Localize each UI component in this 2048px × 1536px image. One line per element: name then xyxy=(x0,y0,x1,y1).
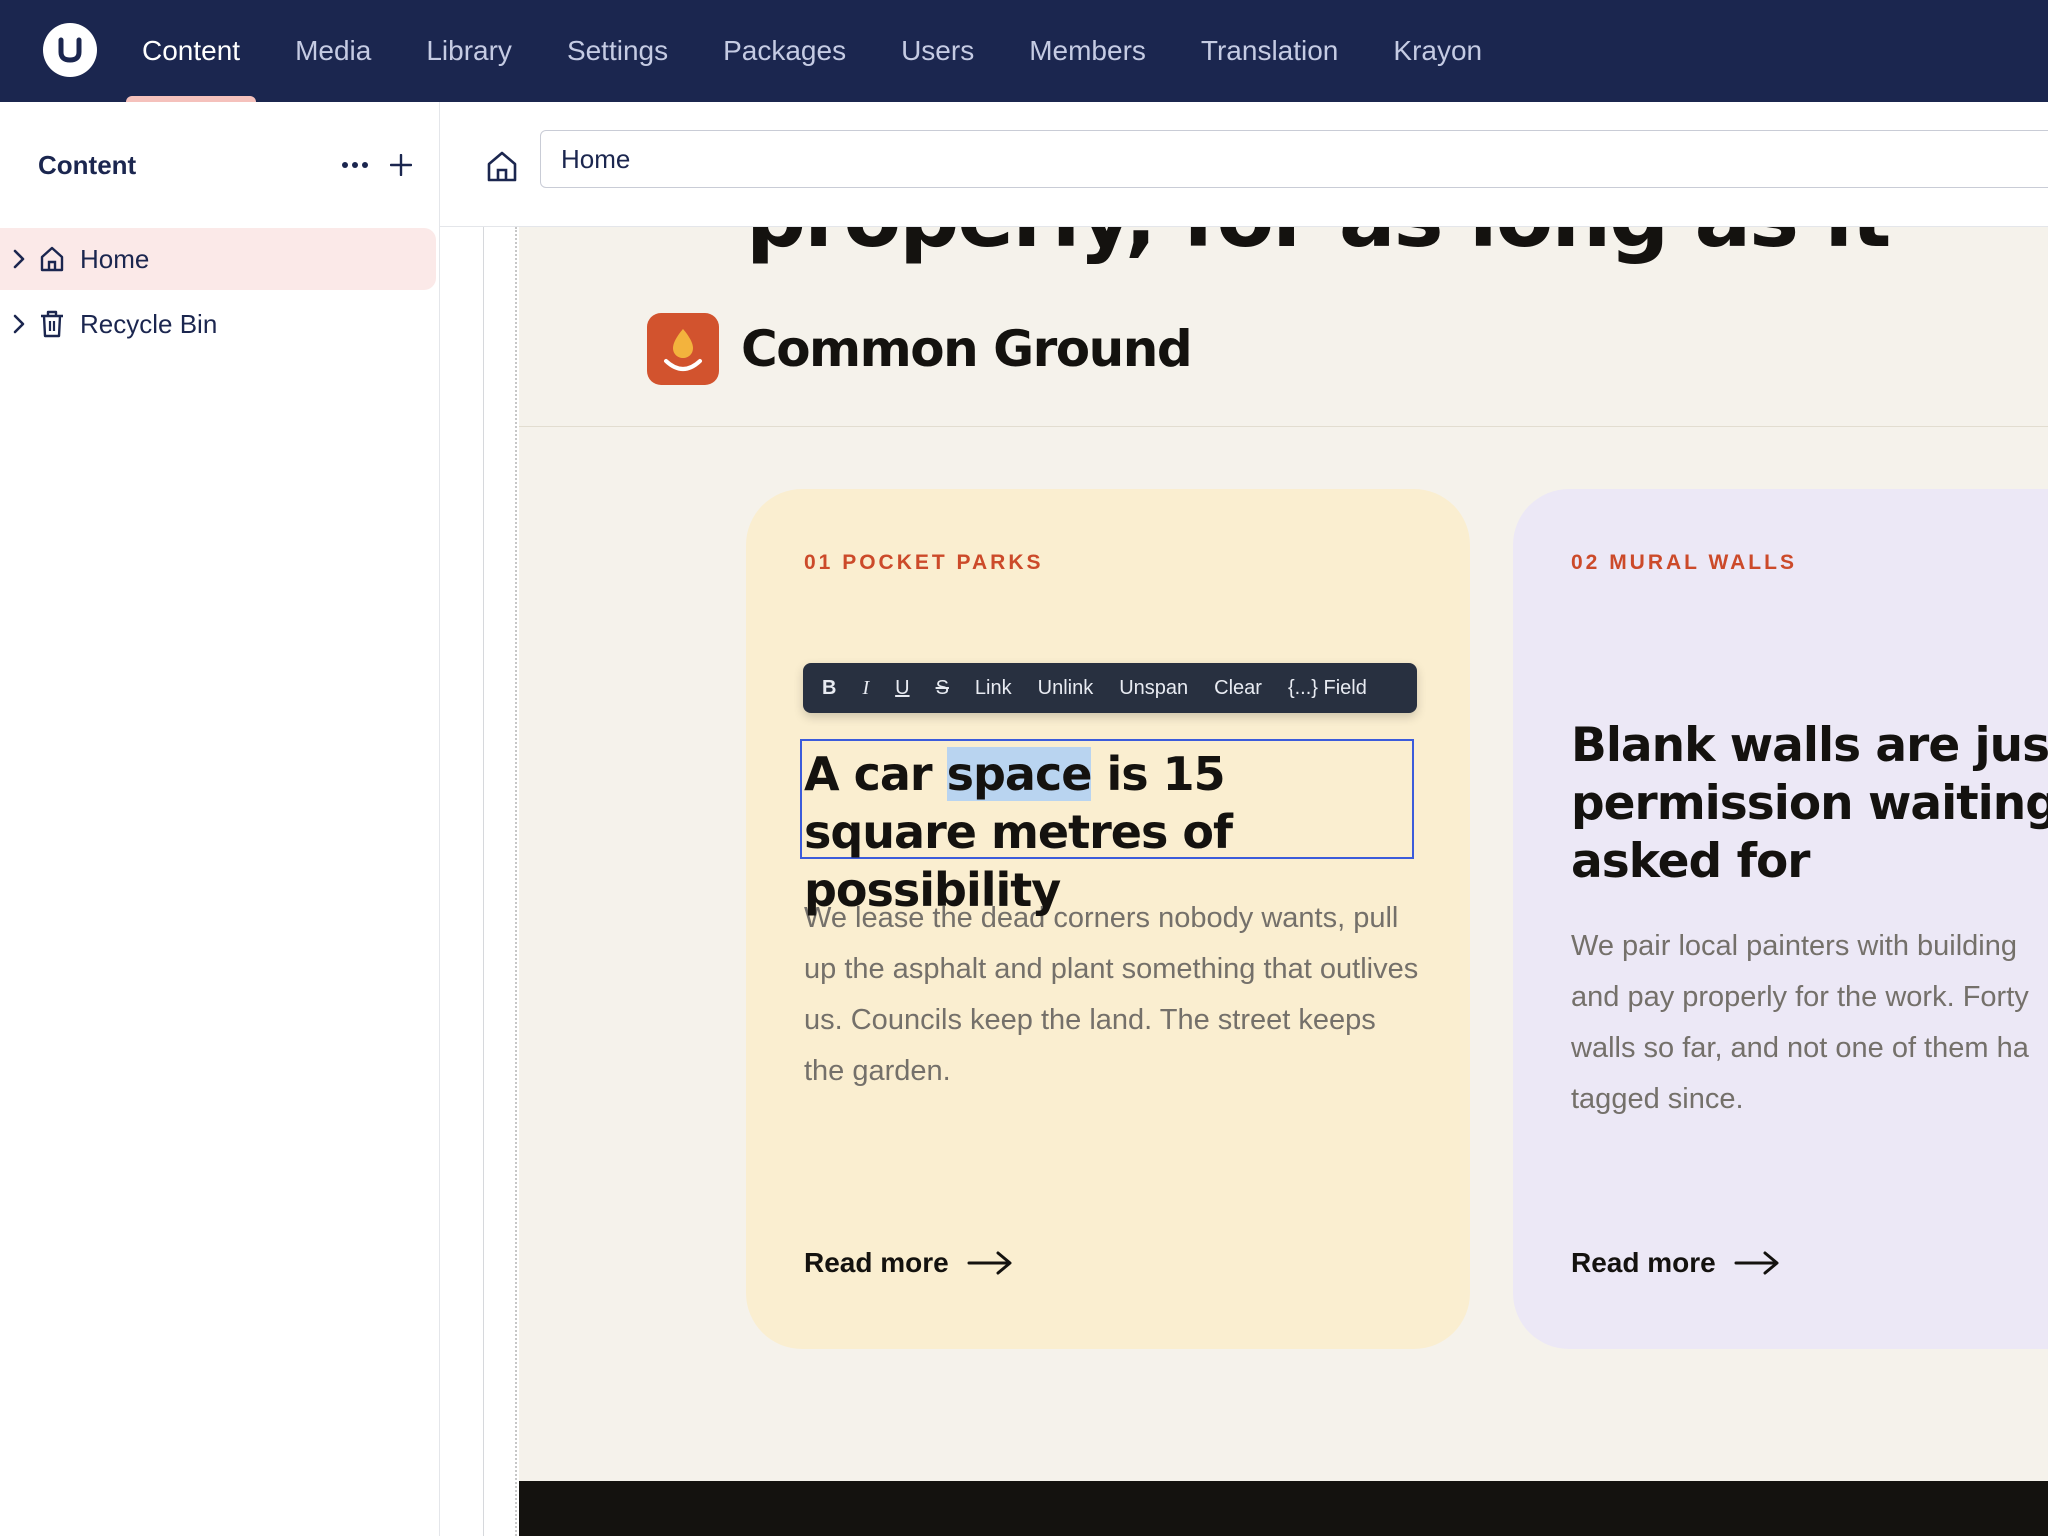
brand-name: Common Ground xyxy=(741,320,1193,378)
brand-logo-icon xyxy=(647,313,719,385)
read-more-link[interactable]: Read more xyxy=(1571,1247,1780,1279)
nav-item-krayon[interactable]: Krayon xyxy=(1377,0,1498,102)
nav-item-content[interactable]: Content xyxy=(126,0,257,102)
editor-header xyxy=(440,102,2048,227)
home-icon xyxy=(36,245,68,273)
read-more-link[interactable]: Read more xyxy=(804,1247,1013,1279)
card-kicker: 02 MURAL WALLS xyxy=(1571,551,1797,574)
hero-heading: properly, for as long as it xyxy=(746,227,1891,267)
nav-item-users[interactable]: Users xyxy=(885,0,990,102)
card-text-line: tagged since. xyxy=(1571,1083,1744,1115)
card-title-line: asked for xyxy=(1571,834,1810,889)
brand: Common Ground xyxy=(647,313,1193,385)
trash-icon xyxy=(36,309,68,339)
editor-gutter xyxy=(440,227,518,1536)
card-title-line: permission waiting t xyxy=(1571,776,2048,831)
unspan-button[interactable]: Unspan xyxy=(1106,663,1201,713)
document-name-input[interactable] xyxy=(540,130,2048,188)
editable-card-title[interactable]: A car space is 15 square metres of possi… xyxy=(800,739,1414,917)
divider xyxy=(483,227,484,1536)
card-body-text: We lease the dead corners nobody wants, … xyxy=(804,902,1419,1087)
chevron-right-icon[interactable] xyxy=(12,313,32,335)
umbraco-logo-icon[interactable] xyxy=(43,23,97,77)
card-title: Blank walls are just permission waiting … xyxy=(1571,717,2048,891)
tree-item-home[interactable]: Home xyxy=(0,228,436,290)
card-body-text: We pair local painters with building and… xyxy=(1571,921,2048,1125)
card-kicker: 01 POCKET PARKS xyxy=(804,551,1044,574)
nav-item-packages[interactable]: Packages xyxy=(707,0,862,102)
card-text-line: walls so far, and not one of them ha xyxy=(1571,1032,2029,1064)
more-actions-icon[interactable] xyxy=(338,148,372,182)
read-more-label: Read more xyxy=(1571,1247,1716,1278)
nav-item-translation[interactable]: Translation xyxy=(1185,0,1354,102)
card-text-line: We pair local painters with building xyxy=(1571,930,2017,962)
nav-item-members[interactable]: Members xyxy=(1013,0,1162,102)
footer-band xyxy=(519,1481,2048,1536)
top-navigation: Content Media Library Settings Packages … xyxy=(0,0,2048,102)
card-text-line: and pay properly for the work. Forty xyxy=(1571,981,2029,1013)
tree-item-label: Recycle Bin xyxy=(80,308,218,339)
card-pocket-parks: 01 POCKET PARKS We lease the dead corner… xyxy=(746,489,1470,1349)
divider xyxy=(515,227,517,1536)
field-button[interactable]: {...} Field xyxy=(1275,663,1380,713)
link-button[interactable]: Link xyxy=(962,663,1025,713)
card-mural-walls: 02 MURAL WALLS Blank walls are just perm… xyxy=(1513,489,2048,1349)
sidebar-header: Content xyxy=(0,102,439,226)
underline-button[interactable]: U xyxy=(882,663,922,713)
italic-button[interactable]: I xyxy=(849,663,882,713)
inline-format-toolbar: B I U S Link Unlink Unspan Clear {...} F… xyxy=(803,663,1417,713)
unlink-button[interactable]: Unlink xyxy=(1025,663,1107,713)
nav-item-library[interactable]: Library xyxy=(410,0,528,102)
arrow-right-icon xyxy=(1734,1250,1780,1276)
bold-button[interactable]: B xyxy=(809,663,849,713)
chevron-right-icon[interactable] xyxy=(12,248,32,270)
sidebar-title: Content xyxy=(38,150,137,180)
selected-text: space xyxy=(946,747,1092,801)
title-text: A car xyxy=(804,747,947,801)
home-icon[interactable] xyxy=(480,144,524,188)
tree-item-recycle-bin[interactable]: Recycle Bin xyxy=(0,293,436,355)
read-more-label: Read more xyxy=(804,1247,949,1278)
arrow-right-icon xyxy=(967,1250,1013,1276)
card-title-line: Blank walls are just xyxy=(1571,718,2048,773)
create-plus-icon[interactable] xyxy=(384,148,418,182)
nav-item-media[interactable]: Media xyxy=(279,0,387,102)
clear-button[interactable]: Clear xyxy=(1201,663,1275,713)
nav-item-settings[interactable]: Settings xyxy=(551,0,684,102)
divider xyxy=(519,426,2048,427)
content-tree-sidebar: Content Home Recycle Bin xyxy=(0,102,440,1536)
strikethrough-button[interactable]: S xyxy=(923,663,962,713)
page-preview: properly, for as long as it Common Groun… xyxy=(519,227,2048,1536)
tree-item-label: Home xyxy=(80,243,150,274)
section-nav: Content Media Library Settings Packages … xyxy=(126,0,1521,102)
